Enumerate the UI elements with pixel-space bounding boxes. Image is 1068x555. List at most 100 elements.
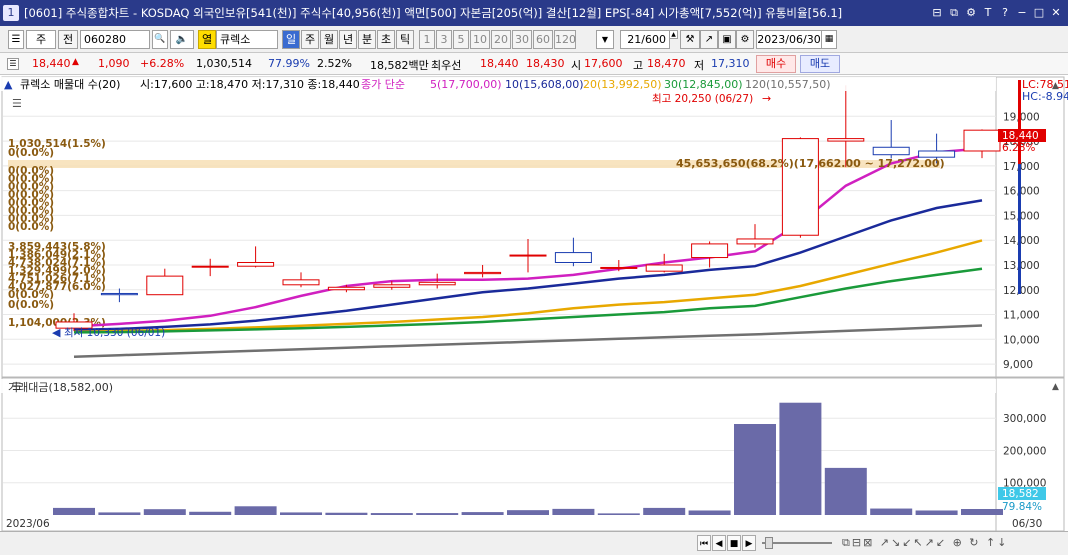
interval-30[interactable]: 30 (512, 30, 532, 49)
scroll-prev-button[interactable]: ◀ (712, 535, 726, 551)
amount-bar (53, 507, 95, 515)
change-value: 1,090 (98, 57, 130, 70)
interval-3[interactable]: 3 (436, 30, 452, 49)
max-price-annotation: 최고 20,250 (06/27) (652, 93, 753, 105)
buy-button[interactable]: 매수 (756, 55, 796, 73)
text-icon[interactable]: T (982, 7, 994, 19)
period-week[interactable]: 주 (301, 30, 319, 49)
amount-bar (461, 512, 504, 515)
date-axis-end: 06/30 (1012, 518, 1042, 530)
price-tick-label: 9,000 (1003, 359, 1033, 371)
volume-profile-label: 0(0.0%) (8, 299, 54, 311)
candle-body (100, 292, 138, 296)
stock-name[interactable]: 큐렉소 (216, 30, 278, 49)
ma5-label: 5(17,700,00) (430, 78, 502, 91)
count-field[interactable]: 21/600 (620, 30, 670, 49)
scroll-first-button[interactable]: ⏮ (697, 535, 711, 551)
amount-bar (597, 513, 640, 515)
panel-menu-icon[interactable]: ☰ (12, 97, 22, 110)
volume-ratio: 77.99% (268, 57, 310, 70)
search-icon[interactable]: 🔍 (152, 30, 168, 49)
scroll-next-button[interactable]: ▶ (742, 535, 756, 551)
quote-bar: ☰ 18,440 ▲ 1,090 +6.28% 1,030,514 77.99%… (0, 53, 1068, 75)
best-ask-value: 18,440 (480, 57, 519, 70)
open-label: 시 (571, 59, 582, 72)
high-value: 18,470 (647, 57, 686, 70)
amount-bar (779, 402, 822, 515)
period-day[interactable]: 일 (282, 30, 300, 49)
panel-collapse-icon-2[interactable]: ▲ (1052, 382, 1059, 392)
quote-menu-icon[interactable]: ☰ (7, 58, 19, 70)
chart-add-icon[interactable]: ↗ (700, 30, 718, 49)
panel-resize-icon[interactable]: ▲ (4, 78, 13, 91)
link-icon[interactable]: ⊟ (931, 7, 943, 19)
calendar-icon[interactable]: ▦ (821, 30, 837, 49)
sell-button[interactable]: 매도 (800, 55, 840, 73)
maximize-icon[interactable]: □ (1033, 7, 1045, 19)
volume-value: 1,030,514 (196, 57, 252, 70)
period-year[interactable]: 년 (339, 30, 357, 49)
toolbar: ☰ 주 전 060280 🔍 🔈 열 큐렉소 일 주 월 년 분 초 틱 1 3… (0, 26, 1068, 53)
amount-bar (824, 467, 867, 515)
amount-bar (280, 512, 322, 515)
price-panel-ohlc: 시:17,600 고:18,470 저:17,310 종:18,440 (140, 78, 360, 91)
min-price-annotation: 최저 10,330 (06/01) (64, 327, 165, 339)
slider-handle[interactable] (765, 537, 773, 549)
max-profile-label: 45,653,650(68.2%)(17,662.00 ~ 17,272.00) (676, 157, 945, 170)
save-icon[interactable]: ▣ (718, 30, 736, 49)
chart-tool-icon[interactable]: ⚒ (680, 30, 700, 49)
ma120-label: 120(10,557,50) (745, 78, 831, 91)
high-label: 고 (633, 59, 644, 72)
ma10-label: 10(15,608,00) (505, 78, 584, 91)
ma20-label: 20(13,992,50) (583, 78, 662, 91)
drawing-tools-icons[interactable]: ⧉⊟⊠ ↗↘↙↖↗↙ ⊕ ↻ ↑↓ (842, 536, 1008, 550)
open-value: 17,600 (584, 57, 623, 70)
price-tick-label: 17,000 (1003, 161, 1040, 173)
amount-bar (416, 513, 459, 515)
candle-body (509, 254, 547, 257)
volume-profile-label: 0(0.0%) (8, 221, 54, 233)
candle-body (464, 271, 502, 275)
window-title: [0601] 주식종합차트 - KOSDAQ 외국인보유[541(천)] 주식수… (24, 6, 843, 20)
prev-button[interactable]: 전 (58, 30, 78, 49)
market-select[interactable]: 주 (26, 30, 56, 49)
toolbar-menu-icon[interactable]: ☰ (8, 30, 24, 49)
settings-icon[interactable]: ⚙ (965, 7, 977, 19)
spin-up-icon[interactable]: ▲ (669, 30, 678, 39)
period-month[interactable]: 월 (320, 30, 338, 49)
candle-body (872, 146, 910, 156)
candle-body (827, 138, 865, 142)
app-icon[interactable]: 1 (3, 5, 19, 21)
interval-20[interactable]: 20 (491, 30, 511, 49)
period-minute[interactable]: 분 (358, 30, 376, 49)
amount-bar (552, 508, 595, 515)
hc-label: HC:-8.94 (1022, 90, 1068, 103)
candle-body (600, 266, 638, 269)
interval-120[interactable]: 120 (554, 30, 576, 49)
period-tick[interactable]: 틱 (396, 30, 414, 49)
restore-icon[interactable]: ⧉ (948, 7, 960, 19)
interval-5[interactable]: 5 (453, 30, 469, 49)
interval-60[interactable]: 60 (533, 30, 553, 49)
sound-icon[interactable]: 🔈 (170, 30, 194, 49)
interval-dropdown[interactable]: ▼ (596, 30, 614, 49)
help-icon[interactable]: ? (999, 7, 1011, 19)
title-bar: 1 [0601] 주식종합차트 - KOSDAQ 외국인보유[541(천)] 주… (0, 0, 1068, 26)
interval-1[interactable]: 1 (419, 30, 435, 49)
minimize-icon[interactable]: − (1016, 7, 1028, 19)
period-second[interactable]: 초 (377, 30, 395, 49)
date-field[interactable]: 2023/06/30 (756, 30, 822, 49)
close-icon[interactable]: ✕ (1050, 7, 1062, 19)
amount-bar (870, 508, 913, 515)
price-tick-label: 13,000 (1003, 260, 1040, 272)
stock-chart[interactable]: 9,000 10,000 11,000 12,000 13,000 14,000 15,00… (0, 76, 1068, 546)
amount-bar (915, 510, 958, 515)
stock-code-input[interactable]: 060280 (80, 30, 150, 49)
candle-body (237, 261, 275, 267)
panel-collapse-icon[interactable]: ▲ (1052, 81, 1059, 91)
candle-body (691, 243, 729, 259)
amount-value: 18,582백만 (370, 59, 429, 72)
interval-10[interactable]: 10 (470, 30, 490, 49)
config-icon[interactable]: ⚙ (736, 30, 754, 49)
stop-button[interactable]: ■ (727, 535, 741, 551)
